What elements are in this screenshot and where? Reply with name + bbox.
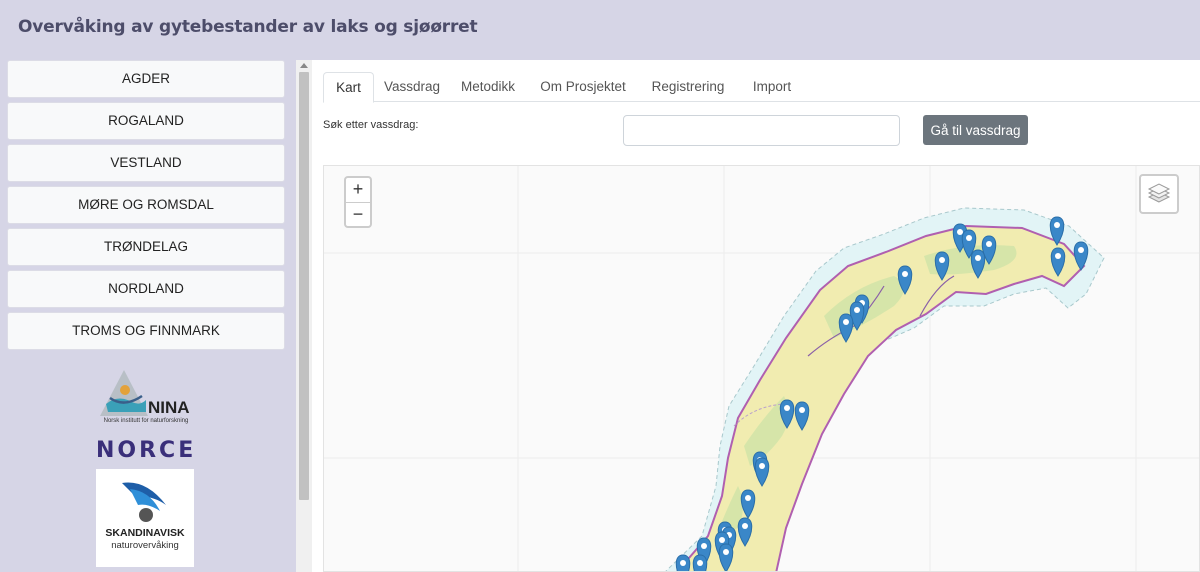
zoom-control: + − [344, 176, 372, 228]
region-button-agder[interactable]: AGDER [7, 60, 285, 98]
region-button-trondelag[interactable]: TRØNDELAG [7, 228, 285, 266]
nina-subtitle: Norsk institutt for naturforskning [103, 418, 189, 424]
app-header: Overvåking av gytebestander av laks og s… [0, 0, 1200, 60]
map-view[interactable]: + − [323, 165, 1200, 572]
zoom-in-button[interactable]: + [346, 178, 370, 202]
sidebar: AGDER ROGALAND VESTLAND MØRE OG ROMSDAL … [0, 60, 296, 572]
tab-import[interactable]: Import [744, 72, 800, 102]
page-title: Overvåking av gytebestander av laks og s… [18, 17, 478, 37]
region-button-vestland[interactable]: VESTLAND [7, 144, 285, 182]
search-label: Søk etter vassdrag: [323, 119, 419, 131]
naturovervaking-text: naturovervåking [111, 540, 179, 551]
nina-logo: NINA Norsk institutt for naturforskning [96, 368, 196, 430]
region-button-more-og-romsdal[interactable]: MØRE OG ROMSDAL [7, 186, 285, 224]
main-panel: Kart Vassdrag Metodikk Om Prosjektet Reg… [312, 60, 1200, 572]
scroll-up-arrow-icon[interactable] [300, 63, 308, 68]
region-button-troms-og-finnmark[interactable]: TROMS OG FINNMARK [7, 312, 285, 350]
region-button-rogaland[interactable]: ROGALAND [7, 102, 285, 140]
zoom-out-button[interactable]: − [346, 203, 370, 227]
layers-icon [1147, 183, 1171, 203]
nina-name: NINA [148, 398, 190, 417]
tab-om-prosjektet[interactable]: Om Prosjektet [535, 72, 631, 102]
region-button-nordland[interactable]: NORDLAND [7, 270, 285, 308]
tab-registrering[interactable]: Registrering [645, 72, 731, 102]
skandinavisk-logo: SKANDINAVISK naturovervåking [96, 469, 194, 567]
norce-logo: NORCE [96, 438, 197, 463]
map-marker-icon[interactable] [675, 554, 691, 572]
skandinavisk-text: SKANDINAVISK [105, 527, 185, 539]
layers-button[interactable] [1139, 174, 1179, 214]
sidebar-scrollbar[interactable] [296, 60, 312, 572]
tab-metodikk[interactable]: Metodikk [456, 72, 520, 102]
skandinavisk-eye-icon [122, 482, 166, 522]
map-marker-icon[interactable] [692, 554, 708, 572]
tab-kart[interactable]: Kart [323, 72, 374, 103]
norway-map[interactable] [324, 166, 1200, 572]
vassdrag-search-input[interactable] [623, 115, 900, 146]
scrollbar-thumb[interactable] [299, 72, 309, 500]
go-to-vassdrag-button[interactable]: Gå til vassdrag [923, 115, 1028, 145]
tab-bar: Kart Vassdrag Metodikk Om Prosjektet Reg… [323, 72, 1200, 103]
tab-vassdrag[interactable]: Vassdrag [379, 72, 445, 102]
